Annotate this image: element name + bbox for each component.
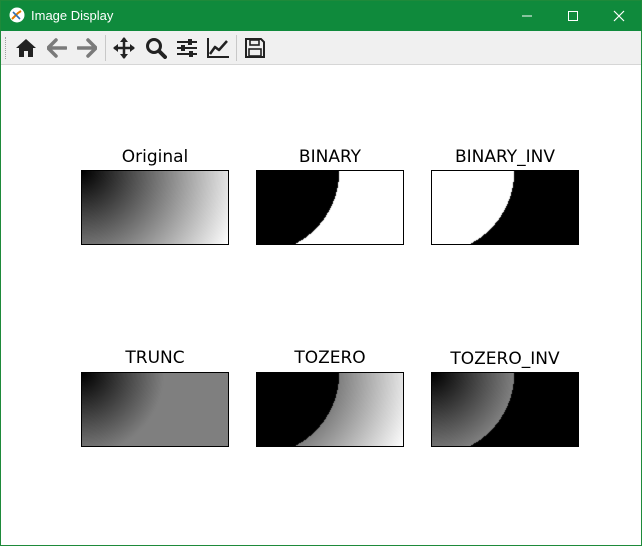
subplot-title: TOZERO bbox=[294, 348, 366, 368]
zoom-button[interactable] bbox=[143, 36, 169, 60]
minimize-button[interactable] bbox=[504, 1, 550, 31]
toolbar-separator bbox=[105, 35, 106, 61]
edit-axis-button[interactable] bbox=[205, 36, 231, 60]
back-icon bbox=[47, 38, 67, 58]
zoom-icon bbox=[146, 38, 167, 59]
figure-canvas[interactable]: Original BINARY BINARY_INV TRUNC TOZERO … bbox=[1, 65, 641, 545]
close-icon bbox=[613, 10, 625, 22]
save-button[interactable] bbox=[242, 36, 268, 60]
forward-icon bbox=[77, 38, 97, 58]
image-pixels bbox=[432, 171, 578, 244]
image-pixels bbox=[257, 373, 403, 446]
image-pixels bbox=[432, 373, 578, 446]
configure-subplots-button[interactable] bbox=[174, 36, 200, 60]
toolbar-separator bbox=[236, 35, 237, 61]
toolbar-grip[interactable] bbox=[5, 37, 8, 59]
maximize-icon bbox=[568, 11, 578, 21]
image-trunc bbox=[81, 372, 229, 447]
navigation-toolbar bbox=[1, 31, 641, 65]
title-bar[interactable]: Image Display bbox=[1, 1, 641, 31]
app-icon bbox=[9, 7, 25, 23]
edit-axis-icon bbox=[207, 38, 229, 58]
subplot-title: BINARY_INV bbox=[455, 147, 555, 167]
configure-subplots-icon bbox=[177, 39, 197, 57]
subplot-title: BINARY bbox=[298, 147, 362, 167]
image-tozero bbox=[256, 372, 404, 447]
image-original bbox=[81, 170, 229, 245]
pan-button[interactable] bbox=[111, 36, 137, 60]
subplot-title: TRUNC bbox=[125, 348, 185, 368]
forward-button[interactable] bbox=[74, 36, 100, 60]
image-binary bbox=[256, 170, 404, 245]
close-button[interactable] bbox=[596, 1, 642, 31]
maximize-button[interactable] bbox=[550, 1, 596, 31]
minimize-icon bbox=[522, 15, 532, 17]
pan-icon bbox=[113, 37, 135, 59]
back-button[interactable] bbox=[44, 36, 70, 60]
save-icon bbox=[245, 38, 265, 58]
image-pixels bbox=[82, 171, 228, 244]
home-button[interactable] bbox=[13, 36, 39, 60]
home-icon bbox=[16, 39, 36, 57]
image-pixels bbox=[82, 373, 228, 446]
subplot-title: TOZERO_INV bbox=[450, 349, 560, 369]
subplot-title: Original bbox=[121, 147, 189, 167]
image-tozero-inv bbox=[431, 372, 579, 447]
image-display-window: Image Display Original BINARY BINARY_INV… bbox=[0, 0, 642, 546]
image-binary-inv bbox=[431, 170, 579, 245]
image-pixels bbox=[257, 171, 403, 244]
window-title: Image Display bbox=[31, 8, 114, 23]
